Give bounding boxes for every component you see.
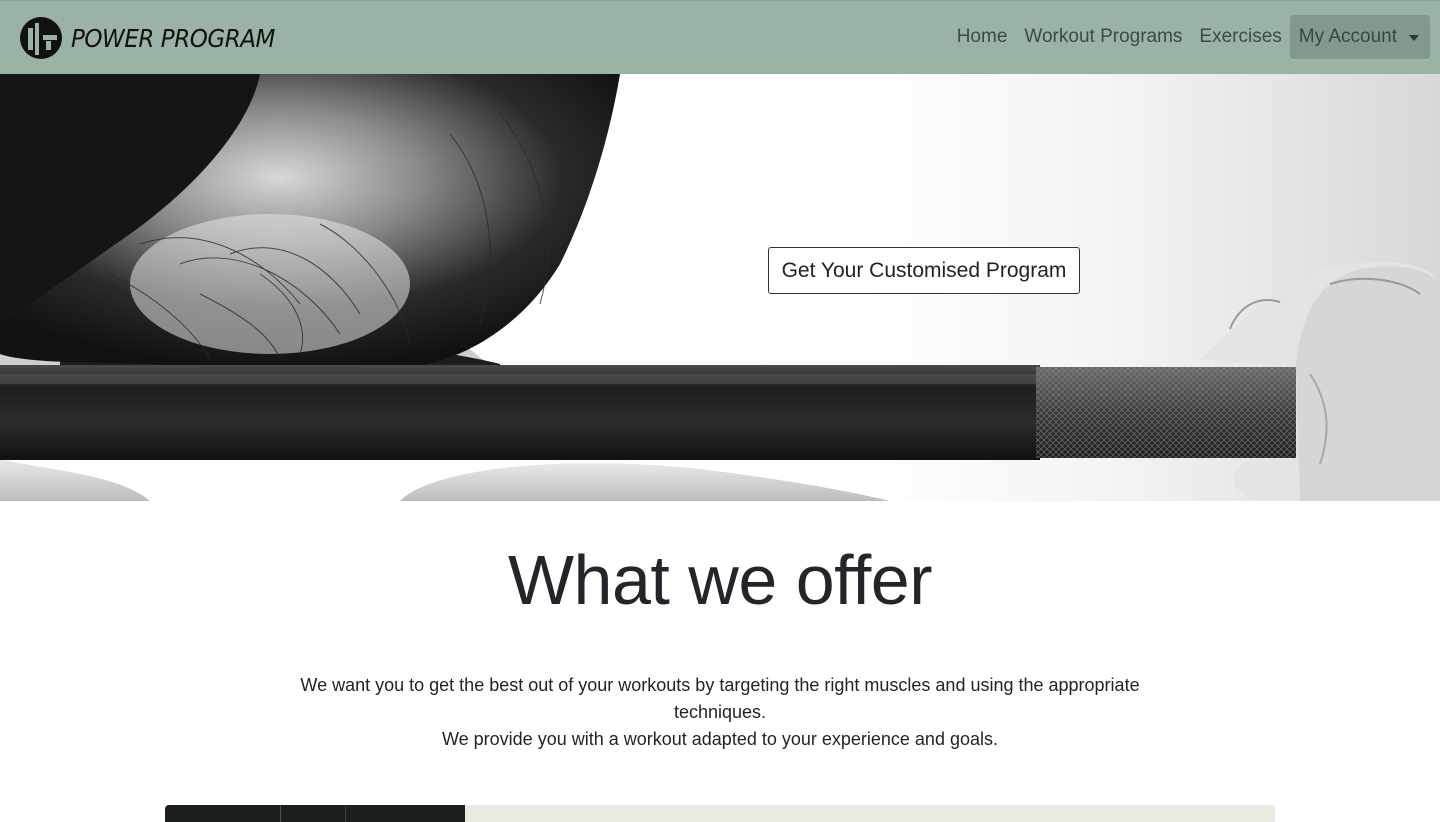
- brand[interactable]: POWER PROGRAM: [19, 14, 293, 62]
- nav-workout-programs[interactable]: Workout Programs: [1024, 15, 1182, 59]
- description-line-2: We provide you with a workout adapted to…: [441, 729, 998, 749]
- hero-photo: [0, 74, 1440, 501]
- my-account-label: My Account: [1298, 26, 1397, 47]
- get-customised-program-button[interactable]: Get Your Customised Program: [768, 247, 1080, 294]
- section-description: We want you to get the best out of your …: [280, 672, 1160, 753]
- caret-down-icon: [1409, 35, 1419, 41]
- my-account-dropdown[interactable]: My Account: [1289, 15, 1430, 59]
- feature-card-image: [165, 805, 465, 822]
- nav-links: Home Workout Programs Exercises My Accou…: [940, 15, 1430, 59]
- feature-card: [165, 805, 1275, 822]
- description-line-1: We want you to get the best out of your …: [300, 675, 1140, 722]
- section-title: What we offer: [507, 541, 933, 619]
- navbar: POWER PROGRAM Home Workout Programs Exer…: [0, 0, 1440, 74]
- nav-exercises[interactable]: Exercises: [1199, 15, 1281, 59]
- nav-home[interactable]: Home: [957, 15, 1008, 59]
- hero-banner: Get Your Customised Program: [0, 74, 1440, 501]
- barbell-logo-icon: [20, 17, 62, 59]
- brand-name: POWER PROGRAM: [71, 23, 275, 53]
